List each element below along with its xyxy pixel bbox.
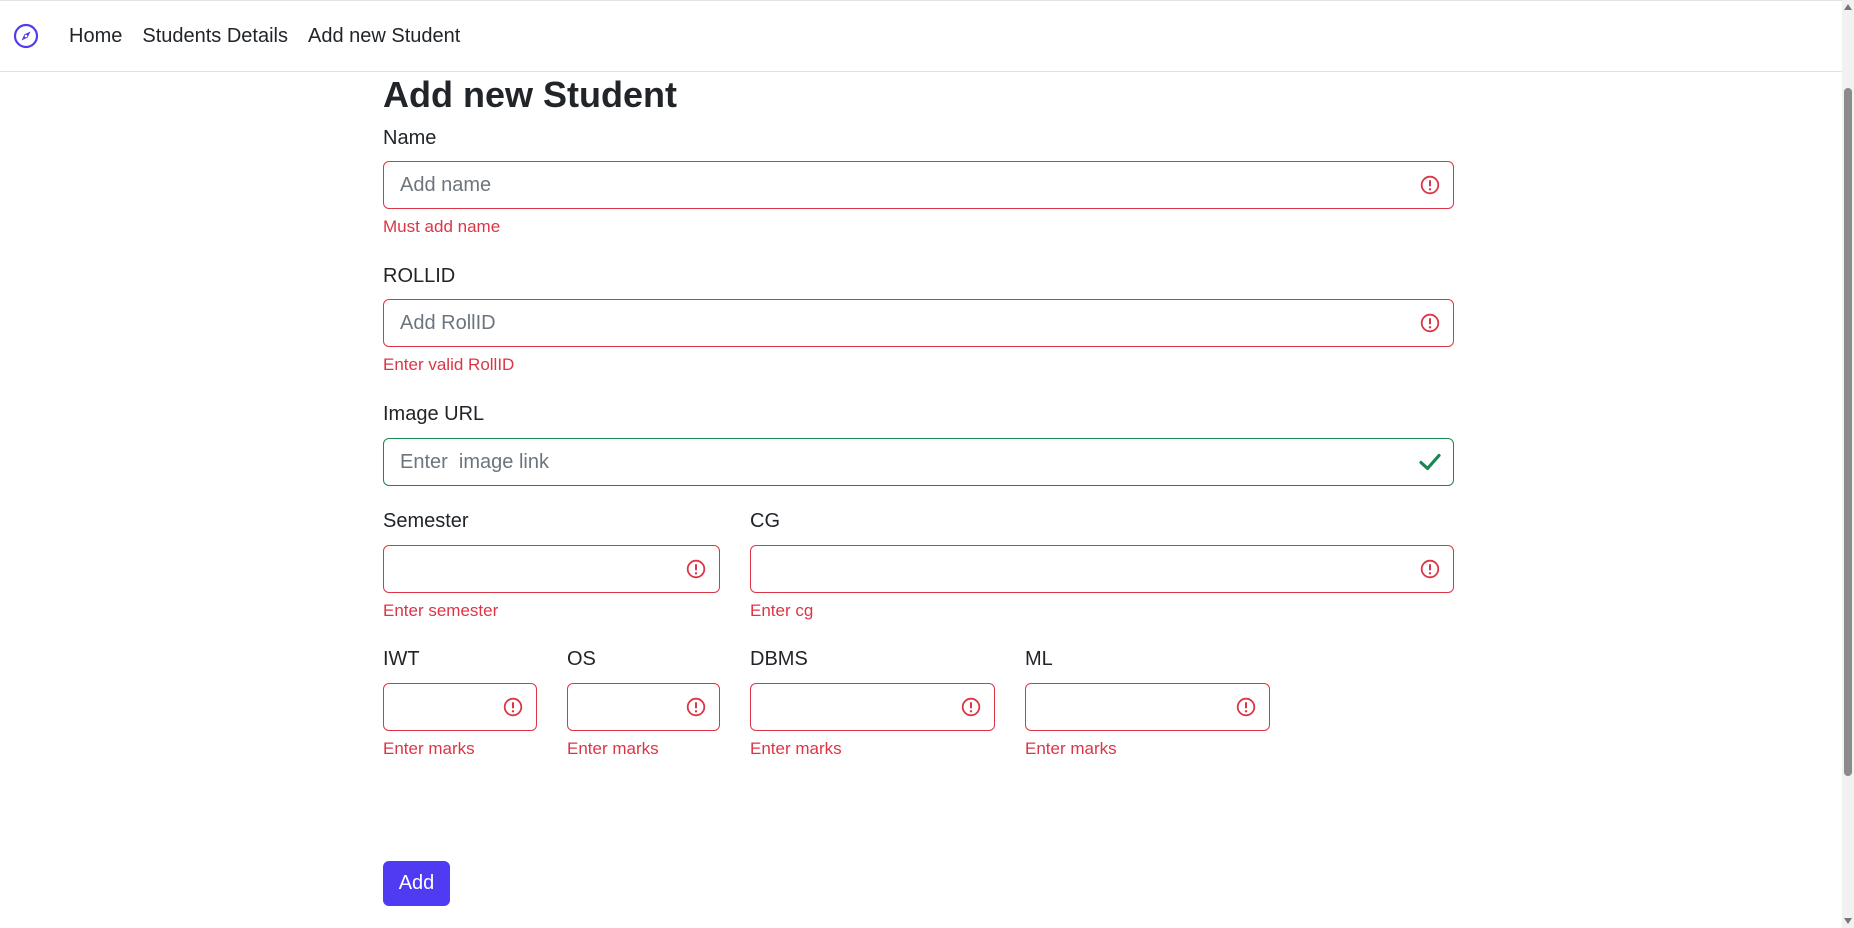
iwt-label: IWT (383, 648, 420, 670)
nav-link-home[interactable]: Home (69, 25, 122, 48)
rollid-label: ROLLID (383, 265, 456, 287)
rollid-error: Enter valid RollID (383, 355, 515, 374)
semester-input[interactable] (384, 546, 685, 592)
os-label: OS (567, 648, 596, 670)
ml-field (1025, 683, 1270, 731)
add-button[interactable]: Add (383, 861, 450, 906)
ml-input[interactable] (1026, 684, 1235, 730)
exclamation-circle-icon (1419, 174, 1441, 196)
page-title: Add new Student (383, 74, 677, 115)
name-error: Must add name (383, 217, 501, 236)
name-input[interactable] (384, 162, 1419, 208)
semester-error: Enter semester (383, 601, 499, 620)
exclamation-circle-icon (685, 696, 707, 718)
iwt-field (383, 683, 537, 731)
cg-error: Enter cg (750, 601, 814, 620)
exclamation-circle-icon (685, 558, 707, 580)
rollid-input[interactable] (384, 300, 1419, 346)
dbms-field (750, 683, 995, 731)
name-label: Name (383, 127, 437, 149)
scrollbar-thumb[interactable] (1844, 88, 1852, 776)
exclamation-circle-icon (502, 696, 524, 718)
semester-field (383, 545, 720, 593)
exclamation-circle-icon (960, 696, 982, 718)
image-url-label: Image URL (383, 403, 485, 425)
compass-icon[interactable] (12, 22, 40, 50)
dbms-error: Enter marks (750, 739, 842, 758)
name-field (383, 161, 1454, 209)
iwt-error: Enter marks (383, 739, 475, 758)
os-input[interactable] (568, 684, 685, 730)
os-field (567, 683, 720, 731)
scroll-down-arrow-icon[interactable] (1844, 918, 1852, 924)
cg-field (750, 545, 1454, 593)
navbar: Home Students Details Add new Student (0, 0, 1842, 72)
image-url-input[interactable] (384, 439, 1419, 485)
rollid-field (383, 299, 1454, 347)
iwt-input[interactable] (384, 684, 502, 730)
ml-label: ML (1025, 648, 1053, 670)
cg-input[interactable] (751, 546, 1419, 592)
scroll-up-arrow-icon[interactable] (1844, 4, 1852, 10)
dbms-label: DBMS (750, 648, 808, 670)
cg-label: CG (750, 510, 780, 532)
check-icon (1419, 451, 1441, 473)
dbms-input[interactable] (751, 684, 960, 730)
image-url-field (383, 438, 1454, 486)
nav-link-students-details[interactable]: Students Details (142, 25, 288, 48)
exclamation-circle-icon (1419, 558, 1441, 580)
exclamation-circle-icon (1235, 696, 1257, 718)
ml-error: Enter marks (1025, 739, 1117, 758)
semester-label: Semester (383, 510, 469, 532)
os-error: Enter marks (567, 739, 659, 758)
vertical-scrollbar[interactable] (1842, 0, 1854, 928)
exclamation-circle-icon (1419, 312, 1441, 334)
nav-link-add-new-student[interactable]: Add new Student (308, 25, 460, 48)
